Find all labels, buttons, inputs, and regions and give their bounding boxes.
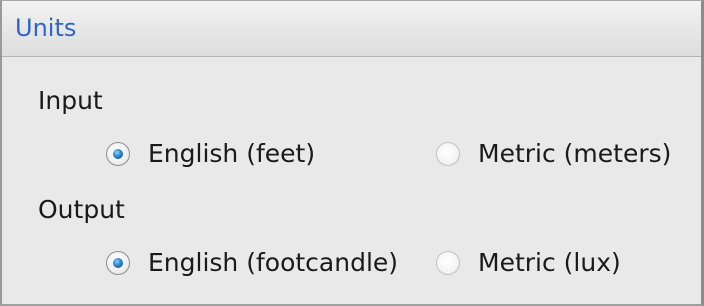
input-group-label: Input <box>38 86 103 115</box>
output-metric-label[interactable]: Metric (lux) <box>478 248 621 277</box>
input-english-radio[interactable] <box>106 141 130 166</box>
units-panel: Units Input English (feet) Metric (meter… <box>0 0 704 306</box>
input-english-radio-option[interactable]: English (feet) <box>106 139 315 168</box>
output-metric-radio[interactable] <box>436 250 460 275</box>
panel-header: Units <box>2 1 701 57</box>
input-metric-radio[interactable] <box>436 141 460 166</box>
input-english-label[interactable]: English (feet) <box>148 139 315 168</box>
output-english-label[interactable]: English (footcandle) <box>148 248 398 277</box>
output-english-radio[interactable] <box>106 250 130 275</box>
input-metric-label[interactable]: Metric (meters) <box>478 139 671 168</box>
output-group-label: Output <box>38 195 125 224</box>
output-metric-radio-option[interactable]: Metric (lux) <box>436 248 621 277</box>
input-metric-radio-option[interactable]: Metric (meters) <box>436 139 671 168</box>
output-english-radio-option[interactable]: English (footcandle) <box>106 248 398 277</box>
panel-title: Units <box>15 14 77 42</box>
